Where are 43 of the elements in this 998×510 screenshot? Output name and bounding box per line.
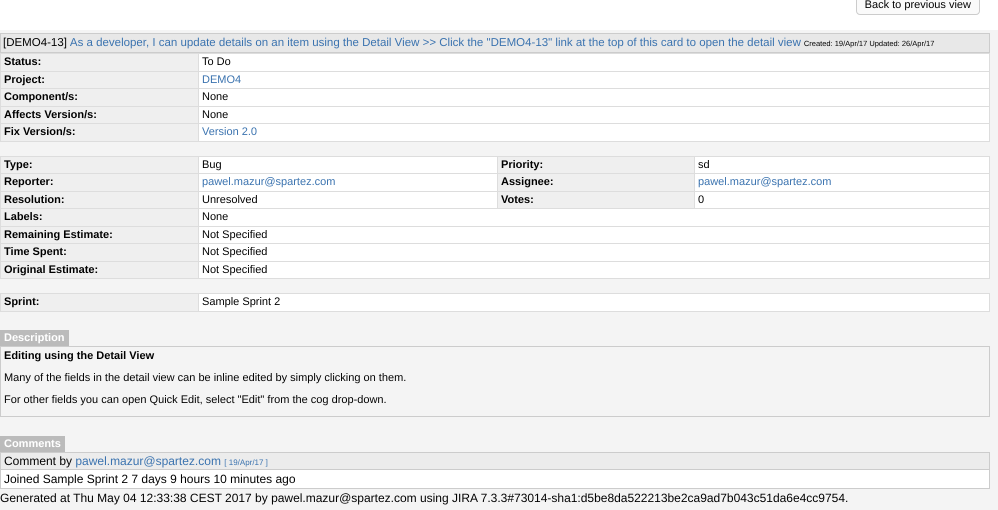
field-value: Unresolved bbox=[198, 191, 498, 208]
field-label: Votes: bbox=[498, 191, 694, 208]
field-value: Not Specified bbox=[198, 261, 990, 278]
field-label: Affects Version/s: bbox=[0, 106, 198, 124]
field-label: Reporter: bbox=[0, 174, 198, 191]
description-text: For other fields you can open Quick Edit, select "Edit" from the cog drop-down. bbox=[4, 394, 388, 406]
field-value: None bbox=[198, 208, 990, 226]
field-label: Sprint: bbox=[0, 294, 198, 311]
value-link[interactable]: Version 2.0 bbox=[202, 126, 258, 138]
comment-date: [ 19/Apr/17 ] bbox=[224, 458, 268, 466]
field-value: None bbox=[198, 88, 990, 106]
field-label: Project: bbox=[0, 71, 198, 88]
field-value: Sample Sprint 2 bbox=[198, 294, 990, 311]
issue-summary-link[interactable]: As a developer, I can update details on an item using the Detail View >> Click the "DEMO4-13" link at the top of this card to open the detail view bbox=[70, 37, 801, 49]
field-value: Not Specified bbox=[198, 226, 990, 244]
issue-key: [DEMO4-13] bbox=[3, 37, 67, 49]
field-label: Priority: bbox=[498, 156, 694, 174]
field-label: Original Estimate: bbox=[0, 261, 198, 278]
description-heading: Editing using the Detail View bbox=[4, 350, 156, 362]
value-link[interactable]: DEMO4 bbox=[202, 74, 242, 86]
field-value: sd bbox=[694, 156, 990, 174]
footer-text: Generated at Thu May 04 12:33:38 CEST 2017 by pawel.mazur@spartez.com using JIRA 7.3.3#73014-sha1:d5be8da522213be2ca9ad7b043c51da6e4cc9754. bbox=[0, 490, 850, 504]
field-label: Assignee: bbox=[498, 174, 694, 191]
field-label: Time Spent: bbox=[0, 244, 198, 261]
author-link[interactable]: pawel.mazur@spartez.com bbox=[75, 454, 221, 468]
field-value: Not Specified bbox=[198, 244, 990, 261]
comment-body: Joined Sample Sprint 2 7 days 9 hours 10 minutes ago bbox=[0, 470, 990, 488]
back-button[interactable]: Back to previous view bbox=[856, 0, 980, 15]
field-label: Component/s: bbox=[0, 88, 198, 106]
field-label: Labels: bbox=[0, 208, 198, 226]
comment-prefix: Comment by bbox=[4, 454, 72, 468]
field-label: Type: bbox=[0, 156, 198, 174]
value-link[interactable]: pawel.mazur@spartez.com bbox=[698, 176, 832, 188]
field-value: Bug bbox=[198, 156, 498, 174]
field-value: None bbox=[198, 106, 990, 124]
value-link[interactable]: pawel.mazur@spartez.com bbox=[202, 176, 336, 188]
field-label: Resolution: bbox=[0, 191, 198, 208]
field-value: To Do bbox=[198, 54, 990, 71]
field-label: Status: bbox=[0, 54, 198, 71]
description-text: Many of the fields in the detail view can be inline edited by simply clicking on them. bbox=[4, 372, 408, 384]
field-label: Fix Version/s: bbox=[0, 124, 198, 141]
field-value: 0 bbox=[694, 191, 990, 208]
field-label: Remaining Estimate: bbox=[0, 226, 198, 244]
